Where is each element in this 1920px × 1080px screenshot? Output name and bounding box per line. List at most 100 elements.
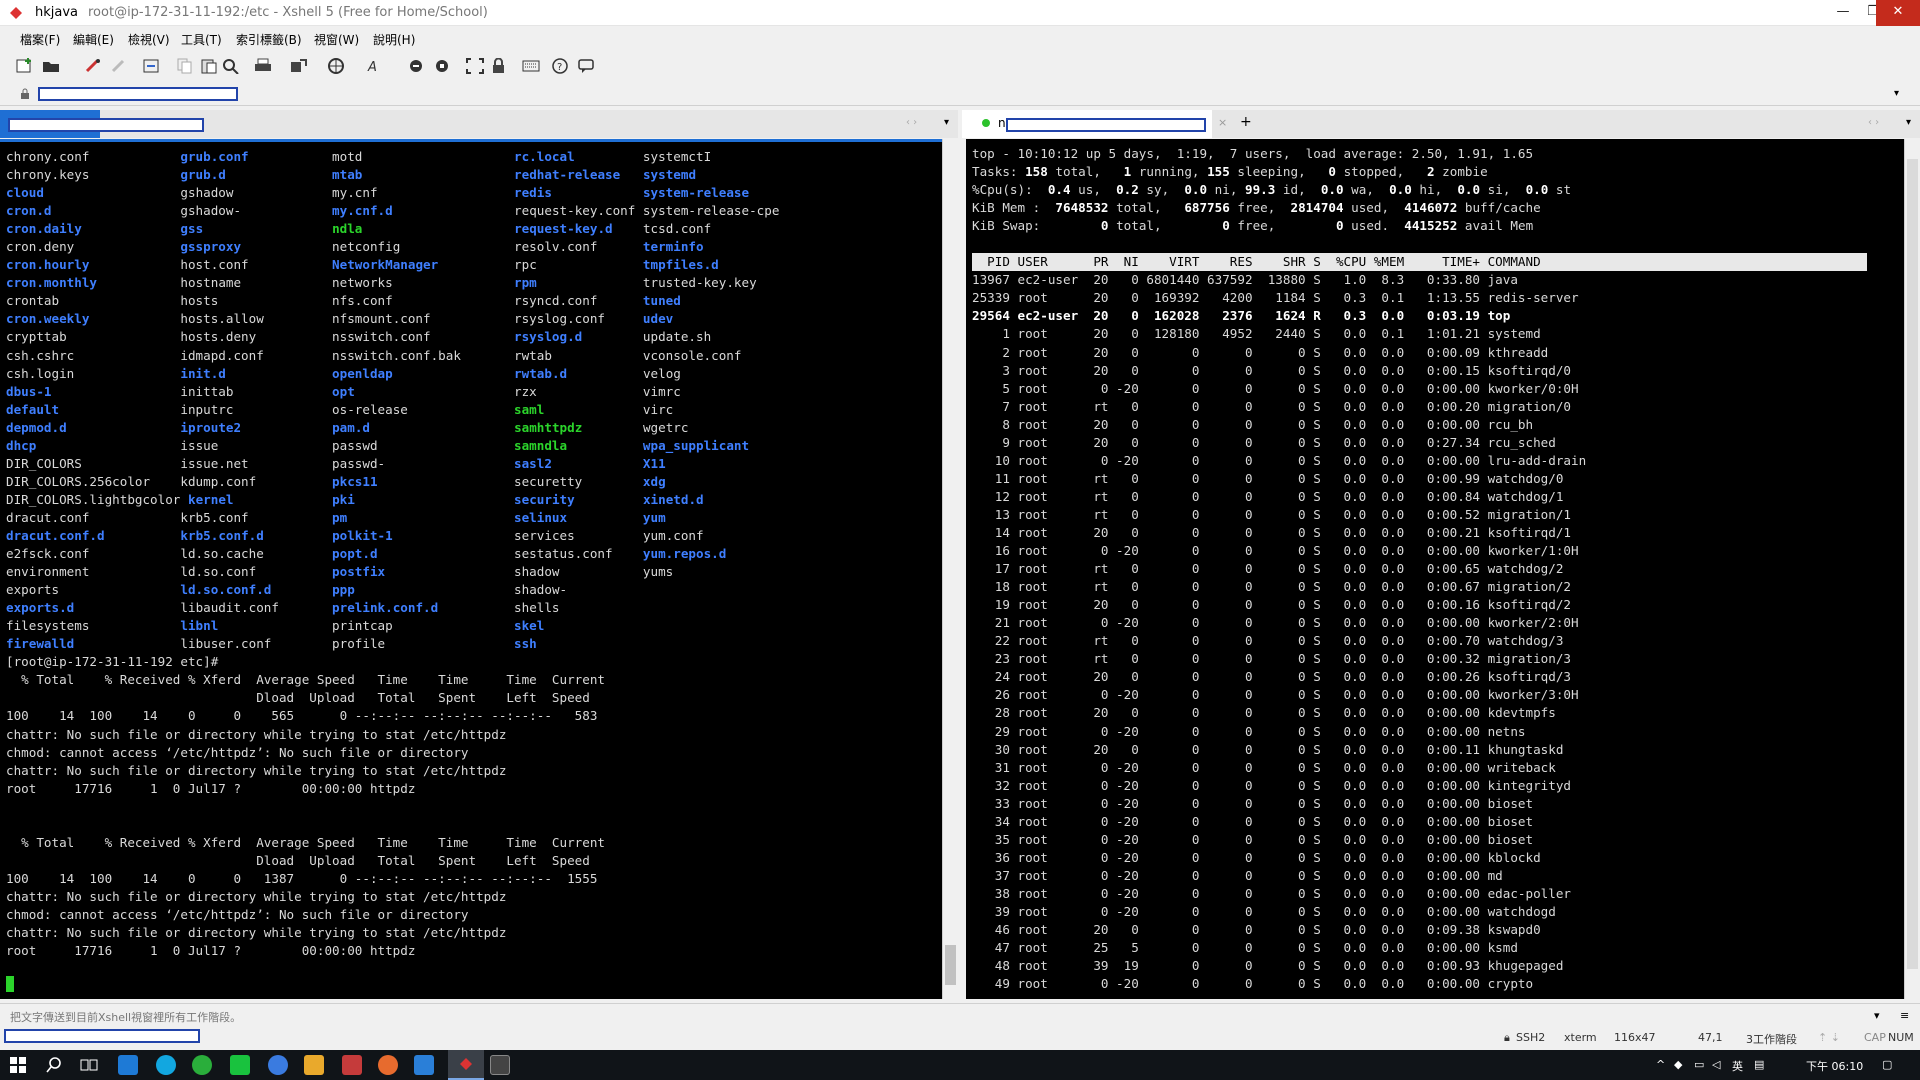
terminal-left-line: DIR_COLORS.256color kdump.conf pkcs11 se… <box>6 473 779 491</box>
terminal-text: st <box>1548 182 1572 198</box>
menu-edit[interactable]: 編輯(E) <box>73 31 114 48</box>
directory-name: cron.d <box>6 203 52 219</box>
ime-indicator[interactable]: 英 <box>1732 1058 1743 1074</box>
process-row: 28 root 20 0 0 0 0 S 0.0 0.0 0:00.00 kde… <box>972 705 1556 721</box>
clock[interactable]: 下午 06:10 <box>1806 1058 1863 1074</box>
tray-chevron-icon[interactable]: ^ <box>1656 1058 1665 1071</box>
sublime-text-icon[interactable] <box>304 1055 324 1075</box>
script-icon[interactable] <box>408 58 426 74</box>
xshell-taskbar-button[interactable] <box>448 1050 484 1080</box>
menu-tabs[interactable]: 索引標籤(B) <box>236 31 302 48</box>
menu-view[interactable]: 檢視(V) <box>128 31 170 48</box>
session-properties-icon[interactable] <box>143 58 161 74</box>
fullscreen-icon[interactable] <box>466 58 484 74</box>
terminal-text: top - 10:10:12 up 5 days, 1:19, 7 users,… <box>972 146 1534 161</box>
tab-name-input-right[interactable] <box>1006 118 1206 132</box>
chrome-icon[interactable] <box>378 1055 398 1075</box>
copy-icon[interactable] <box>176 58 194 74</box>
directory-name: pkcs11 <box>332 473 378 489</box>
terminal-right[interactable]: top - 10:10:12 up 5 days, 1:19, 7 users,… <box>966 139 1906 999</box>
process-table-header: PID USER PR NI VIRT RES SHR S %CPU %MEM … <box>972 253 1867 272</box>
line-icon[interactable] <box>230 1055 250 1075</box>
input-keyboard-icon[interactable]: ▤ <box>1754 1058 1764 1071</box>
directory-name: system-release <box>642 185 750 201</box>
chevron-down-icon[interactable]: ▾ <box>1894 88 1899 99</box>
terminal-left-line: Dload Upload Total Spent Left Speed <box>6 852 779 870</box>
terminal-text: sestatus.conf <box>377 546 643 562</box>
close-button[interactable]: ✕ <box>1876 0 1920 26</box>
windows-start-icon[interactable] <box>10 1057 26 1073</box>
terminal-text: chattr: No such file or directory while … <box>6 762 507 778</box>
volume-icon[interactable]: ◁ <box>1712 1058 1720 1071</box>
network-icon[interactable]: ▭ <box>1694 1058 1704 1071</box>
close-tab-icon[interactable]: × <box>1218 116 1227 129</box>
terminal-left-line: % Total % Received % Xferd Average Speed… <box>6 834 779 852</box>
terminal-left-line: dbus-1 inittab opt rzx vimrc <box>6 383 779 401</box>
menu-tools[interactable]: 工具(T) <box>181 31 222 48</box>
directory-name: security <box>514 491 575 507</box>
lock-icon[interactable] <box>490 58 508 74</box>
terminal-left-line: % Total % Received % Xferd Average Speed… <box>6 671 779 689</box>
connect-icon[interactable] <box>84 58 102 74</box>
calculator-icon[interactable] <box>490 1055 510 1075</box>
menu-icon[interactable]: ≡ <box>1900 1009 1909 1022</box>
skype-icon[interactable] <box>156 1055 176 1075</box>
arrow-icon: ⇡ ⇣ <box>1818 1031 1840 1044</box>
disconnect-icon[interactable] <box>110 58 128 74</box>
transfer-icon[interactable] <box>290 58 308 74</box>
directory-name: gss <box>180 221 204 237</box>
script-stop-icon[interactable] <box>434 58 452 74</box>
task-view-icon[interactable] <box>80 1057 98 1073</box>
menu-help[interactable]: 說明(H) <box>373 31 415 48</box>
left-scrollbar[interactable] <box>942 139 958 999</box>
terminal-text: securetty <box>377 473 643 489</box>
terminal-left-line: e2fsck.conf ld.so.cache popt.d sestatus.… <box>6 545 779 563</box>
terminal-text: chattr: No such file or directory while … <box>6 726 507 742</box>
wechat-icon[interactable] <box>192 1055 212 1075</box>
open-folder-icon[interactable] <box>42 58 60 74</box>
print-icon[interactable] <box>254 58 272 74</box>
paste-icon[interactable] <box>200 58 218 74</box>
right-scroll-thumb[interactable] <box>1907 159 1918 969</box>
tab-name-input-left[interactable] <box>8 118 204 132</box>
menu-file[interactable]: 檔案(F) <box>20 31 60 48</box>
left-scroll-thumb[interactable] <box>945 945 956 985</box>
add-tab-button[interactable]: + <box>1240 114 1252 130</box>
terminal-left-line: csh.cshrc idmapd.conf nsswitch.conf.bak … <box>6 347 779 365</box>
edge-browser-icon[interactable] <box>118 1055 138 1075</box>
messenger-icon[interactable] <box>414 1055 434 1075</box>
status-input[interactable] <box>4 1029 200 1043</box>
find-icon[interactable] <box>222 58 240 74</box>
browser-icon[interactable] <box>268 1055 288 1075</box>
status-cursor: 47,1 <box>1698 1031 1723 1044</box>
chat-icon[interactable] <box>578 58 596 74</box>
tray-app-icon[interactable]: ◆ <box>1674 1058 1682 1071</box>
tab-scroll-right-icon[interactable]: ‹ › <box>1868 117 1879 128</box>
new-session-icon[interactable] <box>16 58 34 74</box>
directory-name: kernel <box>187 491 234 507</box>
notification-icon[interactable]: ▢ <box>1882 1058 1892 1071</box>
terminal-left[interactable]: chrony.conf grub.conf motd rc.local syst… <box>0 139 942 999</box>
help-icon[interactable]: ? <box>552 58 570 74</box>
chevron-down-icon[interactable]: ▾ <box>944 117 949 128</box>
search-icon[interactable] <box>46 1057 62 1073</box>
compose-hint[interactable]: 把文字傳送到目前Xshell視窗裡所有工作階段。 <box>10 1009 241 1025</box>
tab-scroll-left-icon[interactable]: ‹ › <box>906 117 917 128</box>
app-icon[interactable] <box>342 1055 362 1075</box>
font-icon[interactable]: A <box>366 58 384 74</box>
minimize-button[interactable]: — <box>1828 0 1858 26</box>
terminal-text: %Cpu(s): <box>972 182 1048 198</box>
keyboard-icon[interactable] <box>522 58 540 74</box>
address-bar: ▾ <box>0 84 1920 106</box>
menu-window[interactable]: 視窗(W) <box>314 31 359 48</box>
globe-icon[interactable] <box>328 58 346 74</box>
chevron-down-icon[interactable]: ▾ <box>1906 117 1911 128</box>
terminal-left-line: root 17716 1 0 Jul17 ? 00:00:00 httpdz <box>6 780 779 798</box>
top-summary-line: KiB Swap: 0 total, 0 free, 0 used. 44152… <box>972 217 1867 235</box>
terminal-text: sy, <box>1138 182 1185 198</box>
chevron-down-icon[interactable]: ▾ <box>1874 1009 1880 1022</box>
address-input[interactable] <box>38 87 238 101</box>
process-row: 2 root 20 0 0 0 0 S 0.0 0.0 0:00.09 kthr… <box>972 344 1549 360</box>
right-scrollbar[interactable] <box>1904 139 1920 999</box>
